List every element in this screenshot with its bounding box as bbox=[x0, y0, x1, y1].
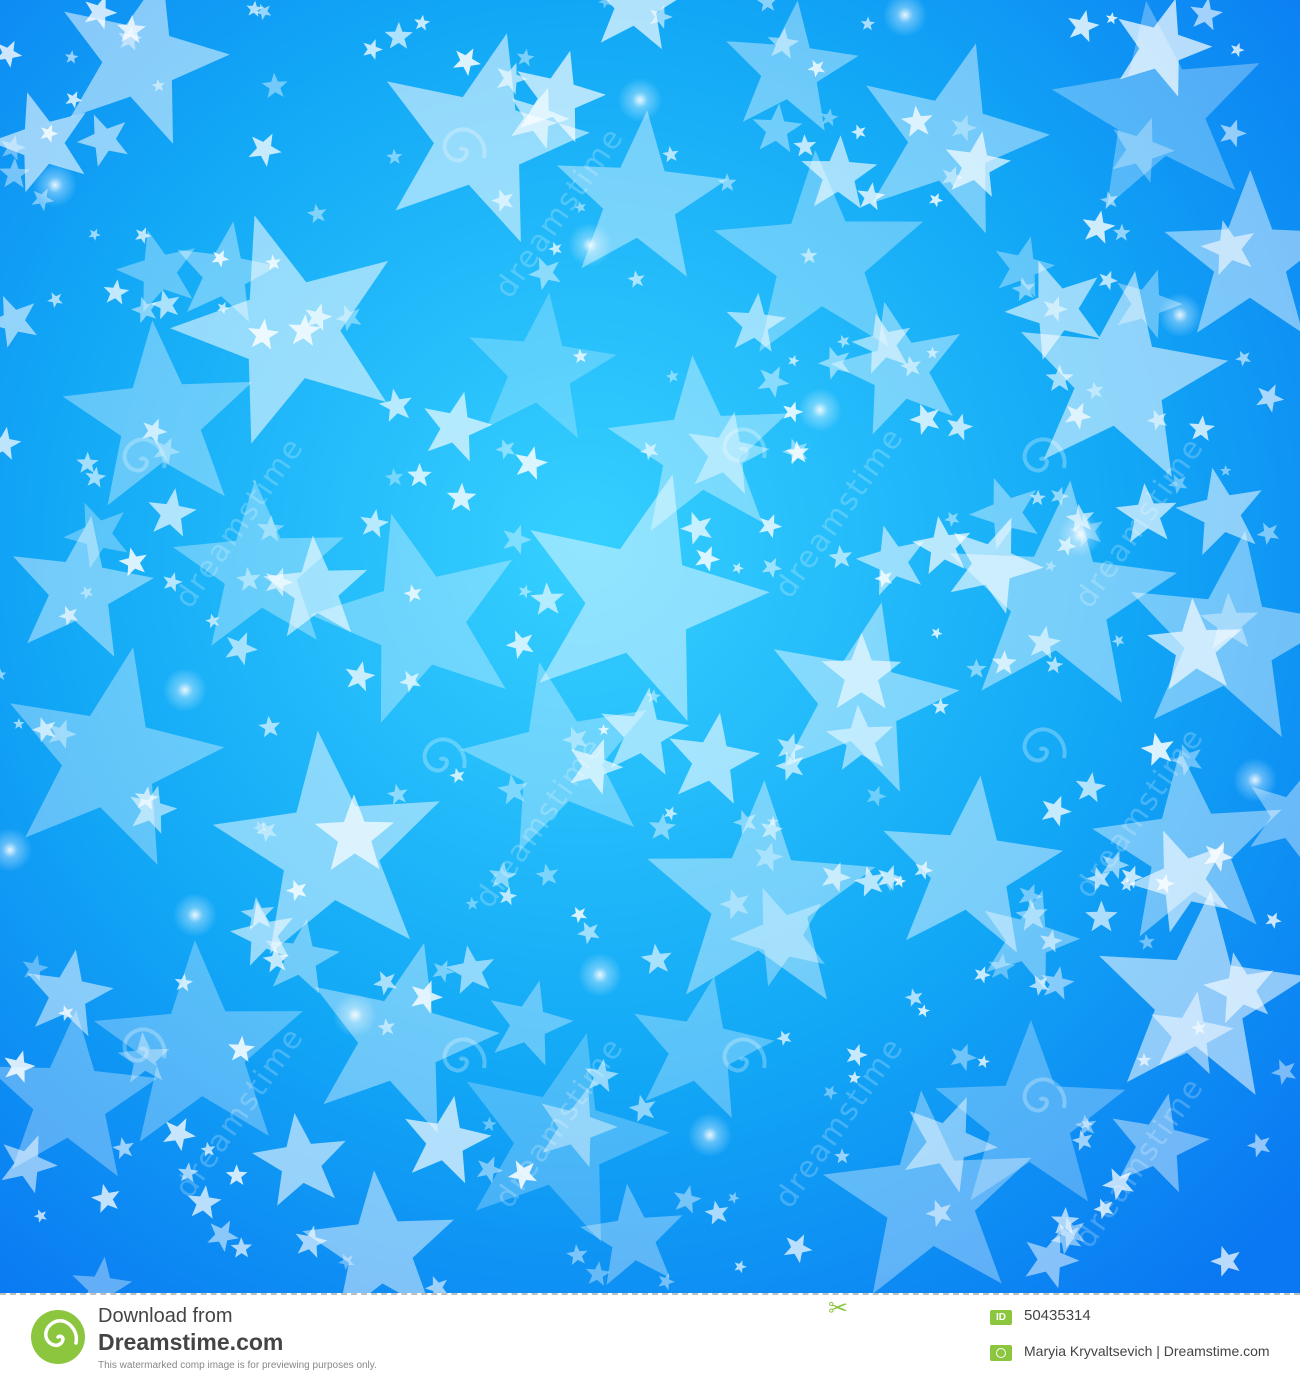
scissors-icon: ✂ bbox=[828, 1295, 849, 1322]
bokeh-glow bbox=[1158, 293, 1202, 337]
brand-name: Dreamstime.com bbox=[98, 1329, 284, 1355]
preview-note: This watermarked comp image is for previ… bbox=[98, 1360, 377, 1371]
copyright-icon bbox=[990, 1345, 1012, 1361]
id-badge: ID bbox=[990, 1310, 1012, 1325]
bokeh-glow bbox=[568, 223, 612, 267]
star-background-svg: dreamstimedreamstimedreamstimedreamstime… bbox=[0, 0, 1300, 1293]
bokeh-glow bbox=[618, 78, 662, 122]
bokeh-glow bbox=[333, 993, 377, 1037]
bokeh-glow bbox=[173, 893, 217, 937]
image-id: 50435314 bbox=[1024, 1307, 1091, 1324]
author-credit: Maryia Kryvaltsevich | Dreamstime.com bbox=[1024, 1343, 1270, 1359]
bokeh-glow bbox=[798, 388, 842, 432]
bokeh-glow bbox=[1058, 513, 1102, 557]
dreamstime-spiral-logo-icon bbox=[31, 1310, 85, 1364]
bokeh-glow bbox=[688, 1113, 732, 1157]
bokeh-glow bbox=[163, 668, 207, 712]
star-pattern-image: dreamstime dreamstime dreamstime dreamstime… bbox=[0, 0, 1300, 1293]
download-from-text: Download from bbox=[98, 1305, 233, 1327]
bokeh-glow bbox=[578, 953, 622, 997]
bokeh-glow bbox=[1233, 758, 1277, 802]
stock-footer: Download from Dreamstime.com This waterm… bbox=[0, 1293, 1300, 1383]
bokeh-glow bbox=[33, 163, 77, 207]
